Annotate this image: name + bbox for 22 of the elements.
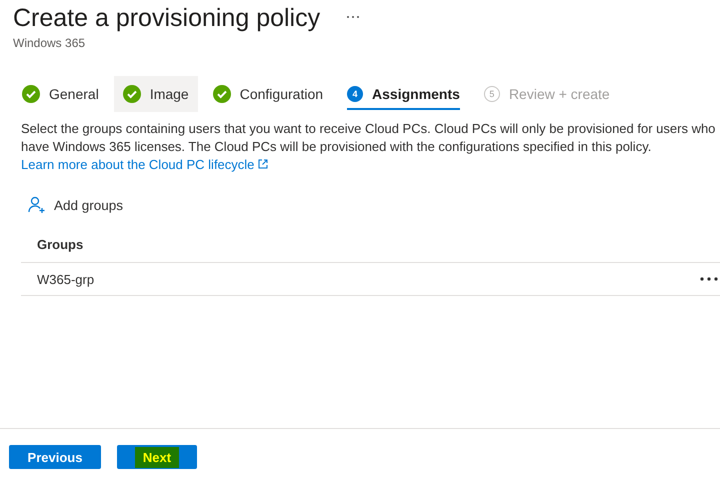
learn-more-link[interactable]: Learn more about the Cloud PC lifecycle bbox=[21, 157, 268, 172]
person-add-icon bbox=[28, 196, 46, 214]
footer-button[interactable]: Previous bbox=[9, 445, 101, 469]
wizard-tab[interactable]: General bbox=[13, 76, 108, 112]
add-groups-button[interactable]: Add groups bbox=[28, 196, 124, 214]
description-text: Select the groups containing users that you want to receive Cloud PCs. Cloud PCs will only be provisioned for users who have Windows 365 licenses. The Cloud PCs will be provisioned with the configurations specified in this policy. Learn more about the Cloud PC lifecycle bbox=[21, 120, 716, 174]
step-number: 4 bbox=[347, 86, 364, 102]
external-link-icon bbox=[258, 159, 268, 169]
step-number: 5 bbox=[484, 86, 500, 102]
table-cell: W365-grp bbox=[37, 272, 94, 286]
wizard-tab[interactable]: Configuration bbox=[204, 76, 332, 112]
column-header: Groups bbox=[37, 236, 84, 252]
page-subtitle: Windows 365 bbox=[13, 36, 86, 50]
page-title: Create a provisioning policy bbox=[13, 3, 320, 33]
check-circle-icon bbox=[122, 85, 141, 103]
footer-button[interactable]: Next bbox=[117, 445, 197, 469]
more-icon[interactable] bbox=[346, 15, 360, 19]
wizard-tab[interactable]: Image bbox=[114, 76, 198, 112]
wizard-tab[interactable]: 4 Assignments bbox=[338, 76, 469, 112]
more-icon[interactable] bbox=[700, 277, 718, 281]
check-circle-icon bbox=[22, 85, 40, 103]
check-circle-icon bbox=[212, 85, 231, 103]
